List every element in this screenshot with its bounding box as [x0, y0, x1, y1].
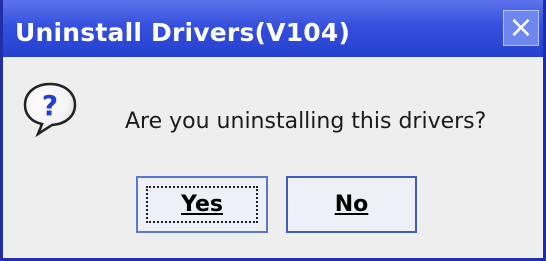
- no-button-label: No: [334, 192, 369, 217]
- question-icon: ?: [23, 82, 77, 137]
- svg-text:?: ?: [42, 89, 58, 122]
- close-icon: ×: [508, 10, 534, 45]
- title-bar[interactable]: Uninstall Drivers(V104) ×: [3, 0, 543, 57]
- uninstall-dialog: Uninstall Drivers(V104) × ? Are you unin…: [0, 0, 546, 261]
- no-button[interactable]: No: [286, 176, 417, 233]
- dialog-message: Are you uninstalling this drivers?: [125, 109, 487, 134]
- close-button[interactable]: ×: [503, 10, 539, 46]
- focus-indicator: [146, 186, 258, 223]
- dialog-content: ? Are you uninstalling this drivers? Yes…: [3, 57, 543, 258]
- window-title: Uninstall Drivers(V104): [15, 18, 351, 47]
- yes-button[interactable]: Yes: [136, 176, 268, 233]
